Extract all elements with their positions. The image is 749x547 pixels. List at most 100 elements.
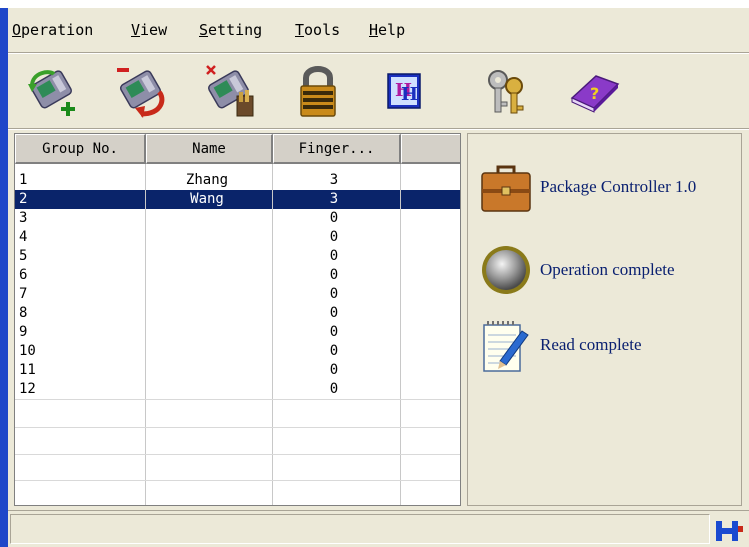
cell-name	[148, 304, 266, 323]
delete-device-button[interactable]	[201, 62, 259, 120]
menu-label: elp	[378, 21, 406, 39]
status-panel: Package Controller 1.0 Operation complet…	[467, 133, 742, 506]
cell-group-no: 7	[19, 286, 28, 302]
table-row[interactable]: 6 0	[15, 266, 460, 285]
briefcase-icon	[481, 165, 531, 212]
cell-group-no: 8	[19, 305, 28, 321]
keys-icon	[488, 70, 524, 114]
cell-name: Wang	[190, 191, 224, 207]
remove-device-icon	[117, 68, 165, 118]
cell-group-no: 3	[19, 210, 28, 226]
add-device-button[interactable]	[24, 62, 82, 120]
cell-name	[148, 361, 266, 380]
logo-button[interactable]: H H	[375, 62, 433, 120]
toolbar-separator	[8, 128, 749, 130]
main-window: Operation View Setting Tools Help H H ? …	[0, 0, 749, 547]
menu-operation[interactable]: Operation	[12, 21, 93, 39]
cell-finger: 3	[329, 172, 339, 188]
cell-group-no: 1	[19, 172, 28, 188]
table-row[interactable]: 4 0	[15, 228, 460, 247]
window-frame-top	[0, 0, 749, 8]
menu-bar: Operation View Setting Tools Help	[8, 8, 749, 52]
group-list[interactable]: Group No. Name Finger... 1 Zhang 3 2 Wan…	[14, 133, 461, 506]
table-row[interactable]: 3 0	[15, 209, 460, 228]
cell-finger: 0	[329, 343, 339, 359]
cell-finger: 0	[329, 381, 339, 397]
add-device-icon	[28, 70, 75, 116]
cell-finger: 3	[329, 191, 339, 207]
column-header-name[interactable]: Name	[146, 134, 273, 164]
cell-name	[148, 285, 266, 304]
grid-line	[15, 480, 460, 481]
cell-finger: 0	[329, 229, 339, 245]
cell-finger: 0	[329, 362, 339, 378]
status-text-read: Read complete	[540, 335, 642, 354]
cell-finger: 0	[329, 324, 339, 340]
cell-name	[148, 342, 266, 361]
menu-mnemonic: T	[295, 21, 305, 39]
cell-group-no: 11	[19, 362, 36, 378]
help-button[interactable]: ?	[566, 62, 624, 120]
status-bar	[8, 510, 749, 547]
lock-icon	[300, 66, 336, 117]
column-header-group-no[interactable]: Group No.	[15, 134, 146, 164]
menu-tools[interactable]: Tools	[295, 21, 340, 39]
cell-name	[148, 266, 266, 285]
table-row[interactable]: 10 0	[15, 342, 460, 361]
cell-finger: 0	[329, 210, 339, 226]
menu-setting[interactable]: Setting	[199, 21, 262, 39]
cell-name	[148, 228, 266, 247]
menu-label: ools	[304, 21, 341, 39]
menu-help[interactable]: Help	[369, 21, 405, 39]
menu-label: iew	[140, 21, 168, 39]
cell-group-no: 6	[19, 267, 28, 283]
table-row-selected[interactable]: 2 Wang 3	[15, 190, 460, 209]
cell-name	[148, 247, 266, 266]
table-row[interactable]: 7 0	[15, 285, 460, 304]
window-frame-left	[0, 0, 8, 547]
hh-logo-icon: H H	[387, 73, 421, 109]
menu-mnemonic: S	[199, 21, 209, 39]
cell-group-no: 4	[19, 229, 28, 245]
menu-label: etting	[208, 21, 263, 39]
table-row[interactable]: 5 0	[15, 247, 460, 266]
cell-name: Zhang	[185, 172, 229, 188]
status-bar-field	[10, 514, 710, 544]
status-text-operation: Operation complete	[540, 260, 675, 279]
delete-device-icon	[206, 65, 254, 117]
lock-button[interactable]	[289, 62, 347, 120]
grid-line	[15, 399, 460, 400]
logo-letter-front: H	[401, 84, 418, 105]
menu-mnemonic: H	[369, 21, 379, 39]
cell-group-no: 5	[19, 248, 28, 264]
corner-logo	[714, 517, 744, 543]
grid-line	[15, 427, 460, 428]
cell-group-no: 10	[19, 343, 36, 359]
table-row[interactable]: 11 0	[15, 361, 460, 380]
menu-mnemonic: V	[131, 21, 141, 39]
cell-finger: 0	[329, 267, 339, 283]
help-book-icon: ?	[570, 75, 620, 113]
list-header: Group No. Name Finger...	[15, 134, 460, 164]
cell-group-no: 2	[19, 191, 28, 207]
remove-device-button[interactable]	[113, 62, 171, 120]
svg-text:?: ?	[590, 84, 599, 103]
cell-finger: 0	[329, 286, 339, 302]
status-item-package: Package Controller 1.0	[478, 161, 696, 221]
status-light-icon	[482, 246, 530, 294]
column-header-finger[interactable]: Finger...	[273, 134, 401, 164]
table-row[interactable]: 9 0	[15, 323, 460, 342]
menu-view[interactable]: View	[131, 21, 167, 39]
menu-mnemonic: O	[12, 21, 22, 39]
grid-line	[15, 454, 460, 455]
cell-name	[148, 323, 266, 342]
table-row[interactable]: 12 0	[15, 380, 460, 399]
column-header-empty	[401, 134, 460, 164]
status-item-operation: Operation complete	[478, 240, 675, 300]
table-row[interactable]: 8 0	[15, 304, 460, 323]
table-row[interactable]: 1 Zhang 3	[15, 171, 460, 190]
cell-group-no: 9	[19, 324, 28, 340]
keys-button[interactable]	[476, 62, 534, 120]
menu-label: peration	[21, 21, 94, 39]
status-item-read: Read complete	[478, 317, 642, 377]
